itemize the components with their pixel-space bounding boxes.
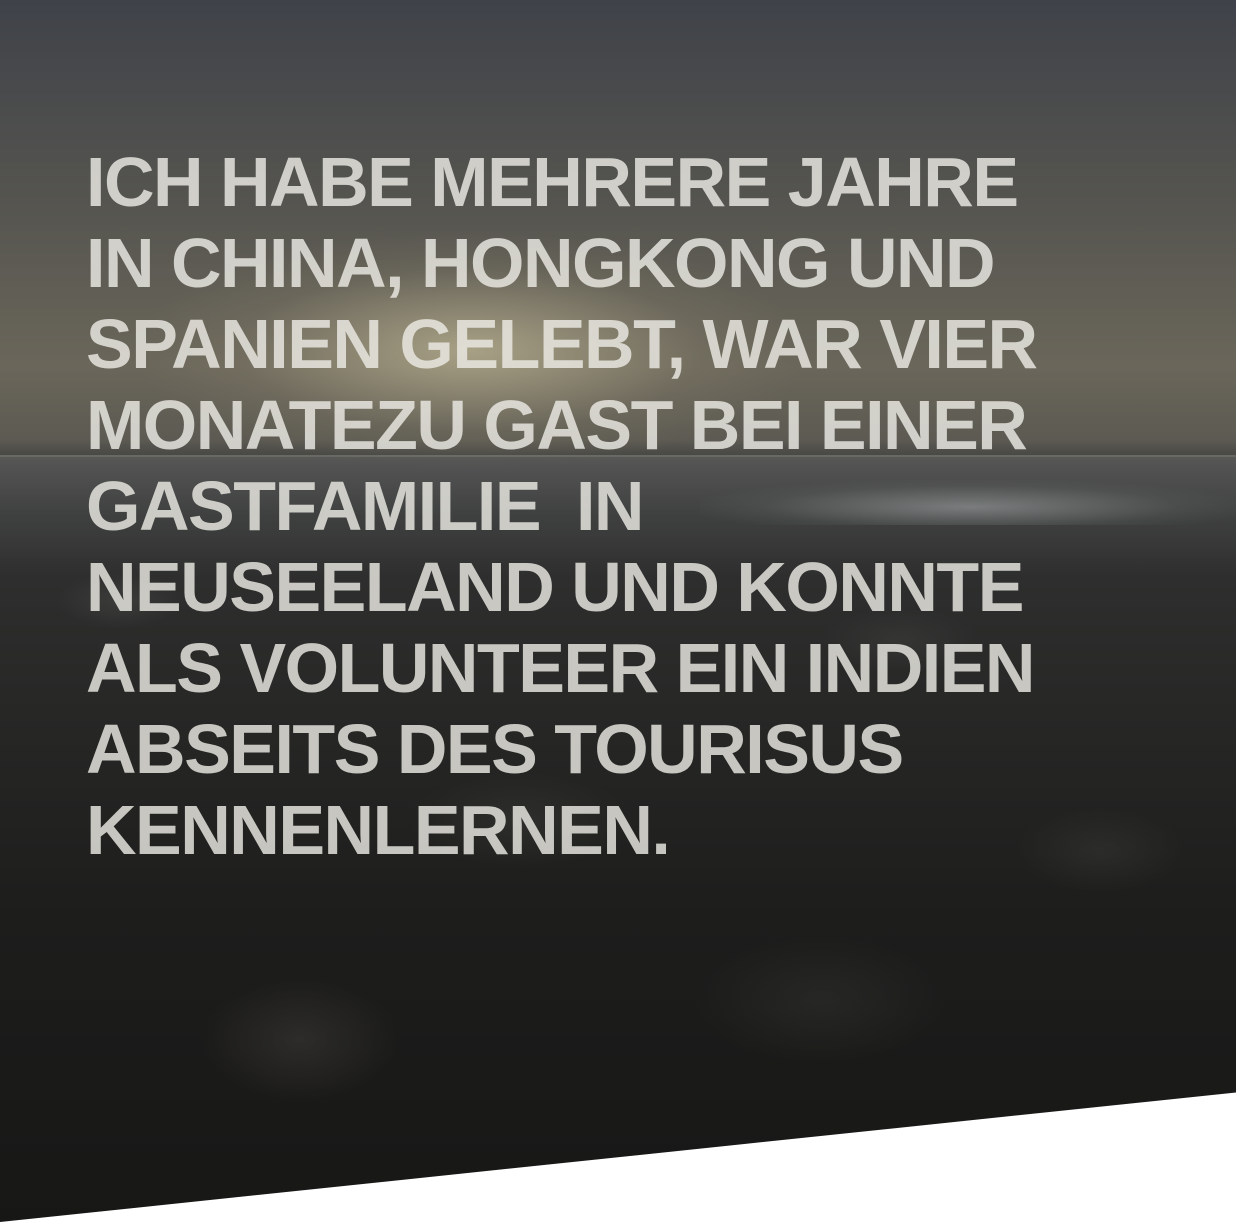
headline-line-3: SPANIEN GELEBT, WAR VIER [86, 305, 1038, 383]
headline-line-6: NEUSEELAND UND KONNTE [86, 548, 1024, 626]
headline-text: ICH HABE MEHRERE JAHRE IN CHINA, HONGKON… [86, 142, 1146, 871]
headline-line-4: MONATEZU GAST BEI EINER [86, 386, 1028, 464]
headline-line-7: ALS VOLUNTEER EIN INDIEN [86, 629, 1035, 707]
headline-line-1: ICH HABE MEHRERE JAHRE [86, 143, 1019, 221]
headline-line-8: ABSEITS DES TOURISUS [86, 710, 904, 788]
headline-line-2: IN CHINA, HONGKONG UND [86, 224, 996, 302]
headline-line-5: GASTFAMILIE IN [86, 467, 644, 545]
hero-section: ICH HABE MEHRERE JAHRE IN CHINA, HONGKON… [0, 0, 1236, 1222]
headline-line-9: KENNENLERNEN. [86, 791, 671, 869]
